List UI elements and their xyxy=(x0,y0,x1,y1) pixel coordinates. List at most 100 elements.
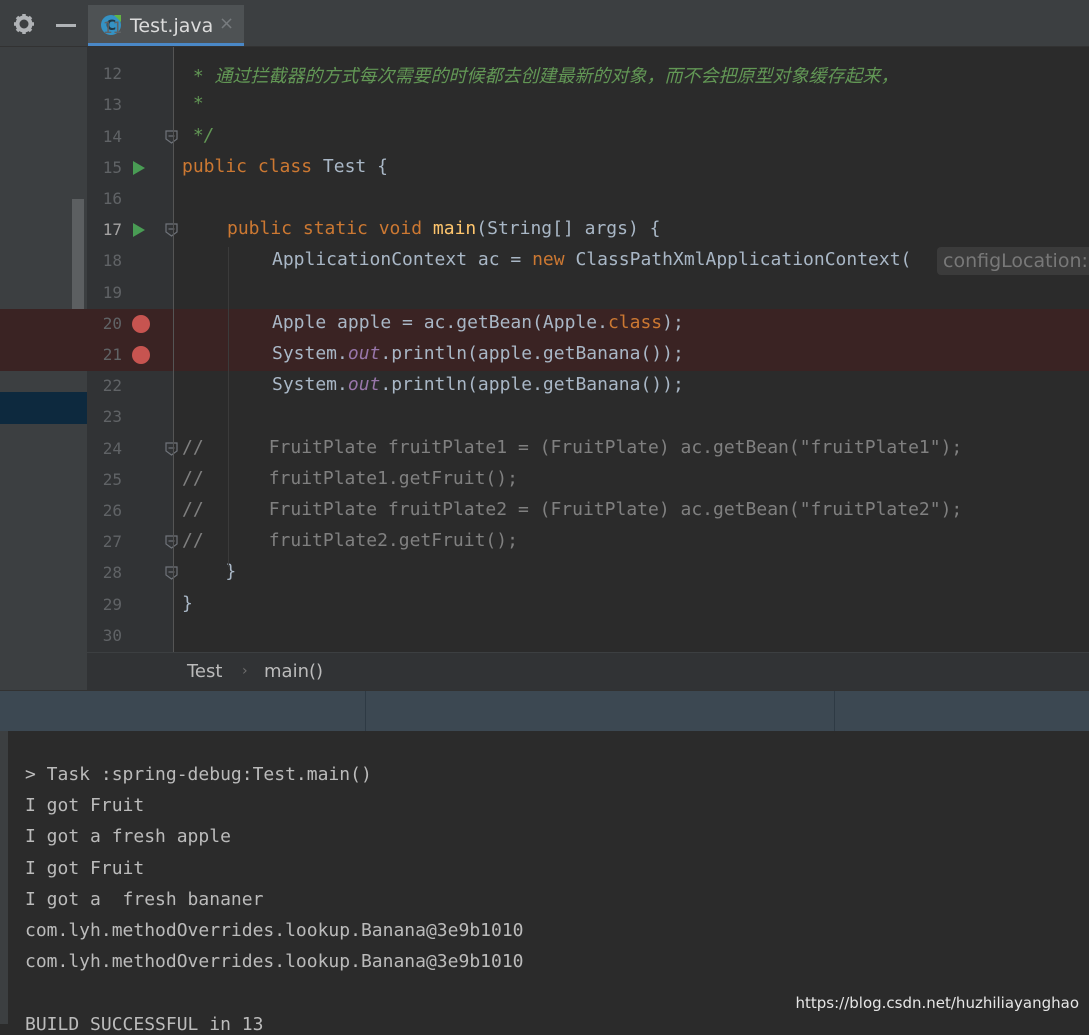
code-text: */ xyxy=(182,125,215,146)
console-line: com.lyh.methodOverrides.lookup.Banana@3e… xyxy=(25,920,524,941)
line-number: 16 xyxy=(102,189,122,208)
code-token: main xyxy=(432,218,477,240)
breadcrumb: Test › main() xyxy=(87,652,1089,691)
code-editor[interactable]: 11 12 * 通过拦截器的方式每次需要的时候都去创建最新的对象，而不会把原型对象… xyxy=(0,0,1089,690)
code-token: ClassPathXmlApplicationContext( xyxy=(575,249,912,271)
code-token: // FruitPlate fruitPlate1 = (FruitPlate)… xyxy=(182,436,963,458)
breadcrumb-method[interactable]: main() xyxy=(264,661,323,682)
code-line: 20 Apple apple = ac.getBean(Apple.class); xyxy=(0,308,1089,340)
line-number: 21 xyxy=(102,345,122,364)
code-token: System. xyxy=(272,374,348,396)
fold-icon[interactable] xyxy=(165,565,178,581)
breadcrumb-class[interactable]: Test xyxy=(187,661,222,682)
code-token: .println(apple.getBanana()); xyxy=(380,374,684,396)
header-divider xyxy=(365,691,366,732)
line-number: 23 xyxy=(102,407,122,427)
code-token: */ xyxy=(182,124,215,146)
line-number: 22 xyxy=(102,376,122,396)
line-number: 28 xyxy=(102,563,122,583)
breadcrumb-separator: › xyxy=(242,663,248,679)
parameter-hint: configLocation: xyxy=(937,247,1089,276)
code-line: 23 xyxy=(0,402,1089,433)
console-line: com.lyh.methodOverrides.lookup.Banana@3e… xyxy=(25,951,524,973)
breakpoint-icon[interactable] xyxy=(132,346,150,364)
code-text: System.out.println(apple.getBanana()); xyxy=(272,374,684,395)
run-tool-window-header xyxy=(0,690,1089,732)
console-line: BUILD SUCCESSFUL in 13 xyxy=(25,1013,264,1035)
code-text: // fruitPlate1.getFruit(); xyxy=(182,468,518,489)
code-line: 12 * 通过拦截器的方式每次需要的时候都去创建最新的对象，而不会把原型对象缓存… xyxy=(0,59,1089,90)
code-line: 22 System.out.println(apple.getBanana()); xyxy=(0,371,1089,402)
code-token: * 通过拦截器的方式每次需要的时候都去创建最新的对象，而不会把原型对象缓存起来， xyxy=(182,66,899,88)
code-token: out xyxy=(347,374,381,396)
run-icon[interactable] xyxy=(133,223,145,238)
console-line: > Task :spring-debug:Test.main() xyxy=(25,764,372,785)
line-number: 11 xyxy=(102,18,122,37)
line-number: 17 xyxy=(102,220,122,240)
code-text: // FruitPlate fruitPlate2 = (FruitPlate)… xyxy=(182,499,962,520)
code-token: // fruitPlate2.getFruit(); xyxy=(182,530,518,552)
code-line: 27 // fruitPlate2.getFruit(); xyxy=(0,527,1089,558)
fold-icon[interactable] xyxy=(165,534,178,549)
line-number: 19 xyxy=(102,282,122,302)
code-text: } xyxy=(182,593,193,614)
line-number: 13 xyxy=(102,95,122,115)
watermark: https://blog.csdn.net/huzhiliayanghao xyxy=(795,994,1079,1012)
code-token: out xyxy=(347,343,381,364)
code-token: Test { xyxy=(322,155,388,177)
code-text: ApplicationContext ac = new ClassPathXml… xyxy=(272,249,911,270)
code-token: public class xyxy=(182,155,323,177)
code-line: 15 public class Test { xyxy=(0,153,1089,184)
code-line: 17 public static void main(String[] args)… xyxy=(0,215,1089,246)
code-line: 18 ApplicationContext ac = new ClassPathX… xyxy=(0,246,1089,277)
indent-guide xyxy=(228,247,229,567)
code-token: System. xyxy=(272,343,348,364)
fold-icon[interactable] xyxy=(165,222,178,237)
code-line: 14 */ xyxy=(0,122,1089,153)
line-number: 30 xyxy=(102,625,122,645)
line-number: 18 xyxy=(102,251,122,271)
console-line: I got a fresh bananer xyxy=(25,888,264,910)
line-number: 12 xyxy=(102,64,122,84)
code-token: .println(apple.getBanana()); xyxy=(380,343,684,364)
line-number: 14 xyxy=(102,126,122,146)
line-number: 15 xyxy=(102,157,122,177)
code-line: 16 xyxy=(0,184,1089,215)
fold-icon[interactable] xyxy=(165,441,178,456)
code-line: 30 xyxy=(0,621,1089,652)
console-line: I got a fresh apple xyxy=(25,826,231,848)
code-token: public static void xyxy=(227,218,433,240)
code-text: * 通过拦截器的方式每次需要的时候都去创建最新的对象，而不会把原型对象缓存起来， xyxy=(182,62,899,88)
code-line: 29} xyxy=(0,590,1089,621)
run-icon[interactable] xyxy=(133,160,145,175)
code-line: 24 // FruitPlate fruitPlate1 = (FruitPlat… xyxy=(0,434,1089,465)
console-line: I got Fruit xyxy=(25,795,145,817)
console-line: I got Fruit xyxy=(25,857,145,879)
code-text: // fruitPlate2.getFruit(); xyxy=(182,530,518,551)
code-text: Apple apple = ac.getBean(Apple.class); xyxy=(272,312,684,333)
code-token: new xyxy=(532,249,576,271)
code-text: System.out.println(apple.getBanana()); xyxy=(272,343,684,364)
code-line: 28 } xyxy=(0,558,1089,589)
line-number: 29 xyxy=(102,594,122,614)
code-line: 25 // fruitPlate1.getFruit(); xyxy=(0,465,1089,496)
run-console[interactable]: > Task :spring-debug:Test.main() I got Fr… xyxy=(0,731,1089,1035)
code-token: // fruitPlate1.getFruit(); xyxy=(182,467,518,489)
code-token: Apple apple = ac.getBean(Apple. xyxy=(272,311,608,333)
code-token: (String[] args) { xyxy=(476,218,661,240)
code-token: * xyxy=(182,93,204,115)
code-token: ApplicationContext ac = xyxy=(272,249,533,271)
line-number: 24 xyxy=(102,438,122,458)
header-divider xyxy=(834,691,835,732)
breakpoint-icon[interactable] xyxy=(132,314,150,333)
console-edge xyxy=(0,731,8,1024)
code-line: 26 // FruitPlate fruitPlate2 = (FruitPlat… xyxy=(0,496,1089,527)
code-token: ); xyxy=(662,311,684,333)
code-line: 11 xyxy=(0,18,1089,46)
code-line: 13 * xyxy=(0,90,1089,121)
fold-icon[interactable] xyxy=(165,129,178,144)
code-line: 21 System.out.println(apple.getBanana()); xyxy=(0,340,1089,371)
line-number: 25 xyxy=(102,469,122,489)
line-number: 27 xyxy=(102,532,122,552)
code-text: public class Test { xyxy=(182,156,388,177)
